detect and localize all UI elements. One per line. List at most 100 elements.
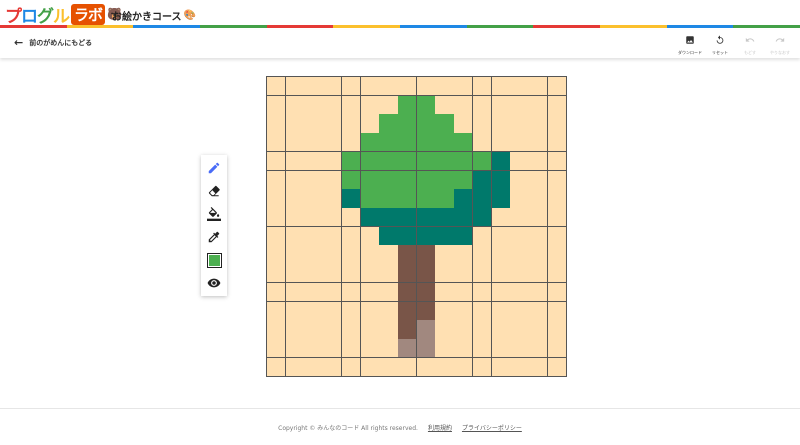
pixel-cell[interactable] (510, 133, 529, 152)
pixel-cell[interactable] (341, 264, 361, 283)
pixel-cell[interactable] (547, 301, 566, 320)
pixel-cell[interactable] (304, 226, 323, 245)
pixel-cell[interactable] (285, 282, 304, 302)
pixel-cell[interactable] (435, 189, 454, 208)
pixel-cell[interactable] (510, 357, 529, 376)
pixel-cell[interactable] (360, 77, 379, 96)
pixel-cell[interactable] (304, 264, 323, 283)
pixel-cell[interactable] (529, 77, 548, 96)
pixel-cell[interactable] (529, 282, 548, 302)
pixel-cell[interactable] (379, 245, 398, 264)
pixel-cell[interactable] (379, 339, 398, 358)
pixel-cell[interactable] (435, 133, 454, 152)
pixel-cell[interactable] (360, 226, 379, 245)
pixel-cell[interactable] (529, 357, 548, 376)
pixel-cell[interactable] (267, 208, 286, 227)
pixel-cell[interactable] (547, 264, 566, 283)
pixel-cell[interactable] (360, 301, 379, 320)
pixel-cell[interactable] (547, 208, 566, 227)
pixel-cell[interactable] (416, 282, 435, 302)
terms-link[interactable]: 利用規約 (428, 423, 452, 432)
pixel-cell[interactable] (267, 226, 286, 245)
pixel-cell[interactable] (454, 301, 473, 320)
pixel-cell[interactable] (304, 320, 323, 339)
pixel-cell[interactable] (360, 95, 379, 114)
pixel-cell[interactable] (341, 133, 361, 152)
pixel-cell[interactable] (416, 189, 435, 208)
pixel-cell[interactable] (285, 170, 304, 189)
pixel-cell[interactable] (398, 301, 417, 320)
pixel-cell[interactable] (454, 189, 473, 208)
pixel-cell[interactable] (341, 170, 361, 189)
pixel-cell[interactable] (416, 95, 435, 114)
pixel-cell[interactable] (398, 95, 417, 114)
pixel-cell[interactable] (547, 357, 566, 376)
reset-button[interactable]: リセット (708, 35, 732, 56)
pixel-cell[interactable] (398, 357, 417, 376)
pixel-cell[interactable] (547, 77, 566, 96)
pixel-cell[interactable] (472, 170, 492, 189)
pixel-cell[interactable] (379, 264, 398, 283)
pixel-cell[interactable] (323, 282, 342, 302)
pixel-cell[interactable] (416, 133, 435, 152)
pixel-cell[interactable] (267, 95, 286, 114)
pixel-cell[interactable] (491, 245, 510, 264)
pixel-cell[interactable] (285, 114, 304, 133)
pixel-cell[interactable] (491, 114, 510, 133)
pixel-cell[interactable] (510, 245, 529, 264)
pixel-cell[interactable] (304, 170, 323, 189)
pixel-cell[interactable] (360, 339, 379, 358)
pixel-cell[interactable] (510, 95, 529, 114)
pixel-cell[interactable] (529, 133, 548, 152)
fill-tool-button[interactable] (206, 206, 222, 222)
pixel-cell[interactable] (491, 339, 510, 358)
pixel-cell[interactable] (267, 151, 286, 171)
pixel-cell[interactable] (341, 301, 361, 320)
pixel-cell[interactable] (472, 95, 492, 114)
pixel-cell[interactable] (454, 95, 473, 114)
pixel-cell[interactable] (379, 133, 398, 152)
pixel-cell[interactable] (547, 245, 566, 264)
pixel-cell[interactable] (416, 339, 435, 358)
pixel-cell[interactable] (454, 151, 473, 171)
pixel-cell[interactable] (267, 264, 286, 283)
eraser-tool-button[interactable] (206, 183, 222, 199)
pixel-cell[interactable] (510, 189, 529, 208)
pixel-cell[interactable] (341, 245, 361, 264)
pixel-cell[interactable] (547, 320, 566, 339)
pixel-cell[interactable] (360, 151, 379, 171)
pixel-cell[interactable] (285, 208, 304, 227)
pixel-cell[interactable] (360, 170, 379, 189)
pixel-cell[interactable] (547, 114, 566, 133)
pixel-cell[interactable] (304, 95, 323, 114)
pixel-cell[interactable] (379, 301, 398, 320)
pixel-cell[interactable] (454, 77, 473, 96)
pixel-cell[interactable] (529, 339, 548, 358)
pixel-cell[interactable] (379, 189, 398, 208)
pixel-cell[interactable] (435, 170, 454, 189)
pixel-cell[interactable] (510, 208, 529, 227)
pixel-cell[interactable] (529, 245, 548, 264)
pixel-cell[interactable] (472, 189, 492, 208)
pixel-cell[interactable] (341, 282, 361, 302)
pixel-cell[interactable] (379, 208, 398, 227)
pixel-cell[interactable] (472, 245, 492, 264)
pixel-cell[interactable] (341, 208, 361, 227)
pixel-cell[interactable] (510, 264, 529, 283)
pixel-cell[interactable] (398, 77, 417, 96)
pixel-cell[interactable] (304, 282, 323, 302)
pixel-cell[interactable] (398, 170, 417, 189)
pixel-cell[interactable] (323, 77, 342, 96)
pixel-cell[interactable] (285, 189, 304, 208)
pixel-cell[interactable] (491, 133, 510, 152)
pixel-cell[interactable] (416, 264, 435, 283)
pixel-cell[interactable] (267, 133, 286, 152)
pixel-cell[interactable] (360, 133, 379, 152)
pixel-cell[interactable] (285, 133, 304, 152)
pixel-cell[interactable] (472, 339, 492, 358)
pixel-cell[interactable] (398, 264, 417, 283)
pixel-cell[interactable] (529, 320, 548, 339)
proguru-labo-logo[interactable]: プ ロ グ ル ラボ 🐻 (5, 3, 122, 27)
pixel-cell[interactable] (323, 320, 342, 339)
pixel-cell[interactable] (491, 95, 510, 114)
